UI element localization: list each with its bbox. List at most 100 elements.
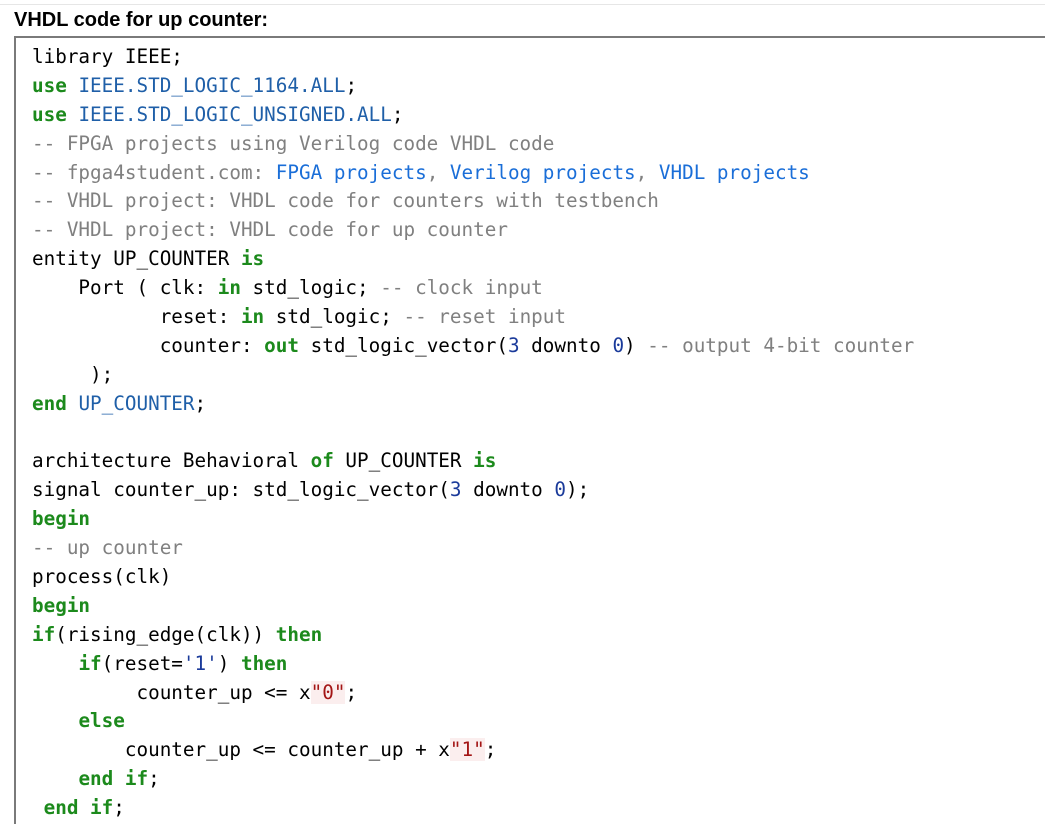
top-divider [0,4,1045,5]
code-keyword: begin [32,507,91,531]
code-text: ; [194,391,207,415]
code-line: reset: in std_logic; -- reset input [32,303,914,332]
code-text: ); [32,362,114,386]
section-heading: VHDL code for up counter: [14,9,269,31]
code-line: -- up counter [32,534,914,563]
code-line: -- VHDL project: VHDL code for up counte… [32,216,914,245]
code-comment: -- fpga4student.com: [32,160,276,184]
code-text: counter: [32,333,265,357]
code-text: std_logic; [240,276,381,300]
code-line: counter: out std_logic_vector(3 downto 0… [32,332,915,361]
code-comment: -- up counter [32,536,183,560]
code-line: process(clk) [32,563,914,592]
code-keyword: then [275,622,323,646]
code-keyword: if [78,651,102,675]
code-line: signal counter_up: std_logic_vector(3 do… [32,476,914,505]
code-keyword: then [240,651,288,675]
code-text: downto [519,333,613,357]
code-number: 0 [612,333,625,357]
code-text: process(clk) [32,565,172,589]
code-text: ; [113,796,125,820]
code-line: ​ [32,419,914,448]
code-comment: -- FPGA projects using Verilog code VHDL… [32,131,555,155]
page: VHDL code for up counter: library IEEE; u… [0,0,1045,824]
code-keyword: is [240,247,265,271]
code-keyword: end if [78,767,149,791]
code-text: counter_up <= x [32,680,311,704]
code-text: (reset= [101,651,183,675]
code-line: end if; [32,765,914,794]
code-text: ; [345,73,358,97]
code-identifier: IEEE.STD_LOGIC_UNSIGNED.ALL [78,102,392,126]
code-text: ; [345,680,358,704]
code-text: (rising_edge(clk)) [55,622,276,646]
code-text: library IEEE; [32,45,183,68]
code-block: library IEEE; use IEEE.STD_LOGIC_1164.ALL… [14,36,1045,824]
code-keyword: end [32,391,79,415]
project-link[interactable]: VHDL projects [659,161,810,184]
code-text: signal counter_up: std_logic_vector( [32,478,450,502]
code-keyword: end if [43,796,114,820]
code-line: end UP_COUNTER; [32,390,914,419]
code-line: -- VHDL project: VHDL code for counters … [32,187,914,216]
code-text: std_logic_vector( [299,333,508,357]
code-number: 0 [554,478,566,502]
code-identifier: UP_COUNTER [78,391,195,415]
code-text: std_logic; [264,305,404,329]
code-keyword: if [32,622,56,646]
code-keyword: use [32,73,79,97]
code-line: end if; [32,794,914,823]
code-text: UP_COUNTER [333,449,474,473]
code-keyword: in [217,276,241,300]
project-link[interactable]: FPGA projects [276,161,427,184]
code-number: 3 [449,478,462,502]
code-text: ; [391,102,404,126]
code-number: '1' [182,651,218,675]
code-comment: -- reset input [403,305,567,329]
code-identifier: IEEE.STD_LOGIC_1164.ALL [78,73,346,97]
code-text: ) [217,651,241,675]
code-comment: , [635,160,659,184]
code-line: use IEEE.STD_LOGIC_1164.ALL; [32,72,914,101]
code-line: else [32,707,914,736]
code-comment: -- clock input [380,276,543,300]
code-keyword: is [473,449,497,473]
code-number: 3 [507,333,520,357]
code-line: architecture Behavioral of UP_COUNTER is [32,447,914,476]
code-text: ; [148,767,160,791]
code-line: library IEEE; [32,43,914,72]
code-line: counter_up <= x"0"; [32,679,914,708]
code-line: if(rising_edge(clk)) then [32,621,914,650]
code-comment: -- VHDL project: VHDL code for counters … [32,189,659,213]
project-link[interactable]: Verilog projects [450,161,636,184]
code-text: reset: [32,305,241,329]
code-line: ); [32,361,914,390]
code-text: counter_up <= counter_up + x [32,738,450,762]
code-line: -- FPGA projects using Verilog code VHDL… [32,130,914,159]
code-string: "0" [310,680,346,704]
code-line: begin [32,505,914,534]
code-line: begin [32,592,914,621]
code-keyword: out [264,333,299,357]
code-text: Port ( clk: [32,276,218,300]
code-text: entity UP_COUNTER [32,247,241,271]
code-keyword: of [310,449,334,473]
code-text: downto [461,478,555,502]
code-string: "1" [449,738,485,762]
code-text: ); [566,478,590,502]
code-keyword: begin [32,593,91,617]
code-comment: , [426,160,450,184]
code-line: -- fpga4student.com: FPGA projects, Veri… [32,159,914,188]
code-text: ; [484,738,497,762]
code-comment: -- output 4-bit counter [647,333,915,357]
code-line: counter_up <= counter_up + x"1"; [32,736,914,765]
code-listing: library IEEE; use IEEE.STD_LOGIC_1164.ALL… [32,43,914,823]
code-line: entity UP_COUNTER is [32,245,914,274]
code-text: architecture Behavioral [32,449,311,473]
code-line: use IEEE.STD_LOGIC_UNSIGNED.ALL; [32,101,914,130]
code-line: Port ( clk: in std_logic; -- clock input [32,274,914,303]
